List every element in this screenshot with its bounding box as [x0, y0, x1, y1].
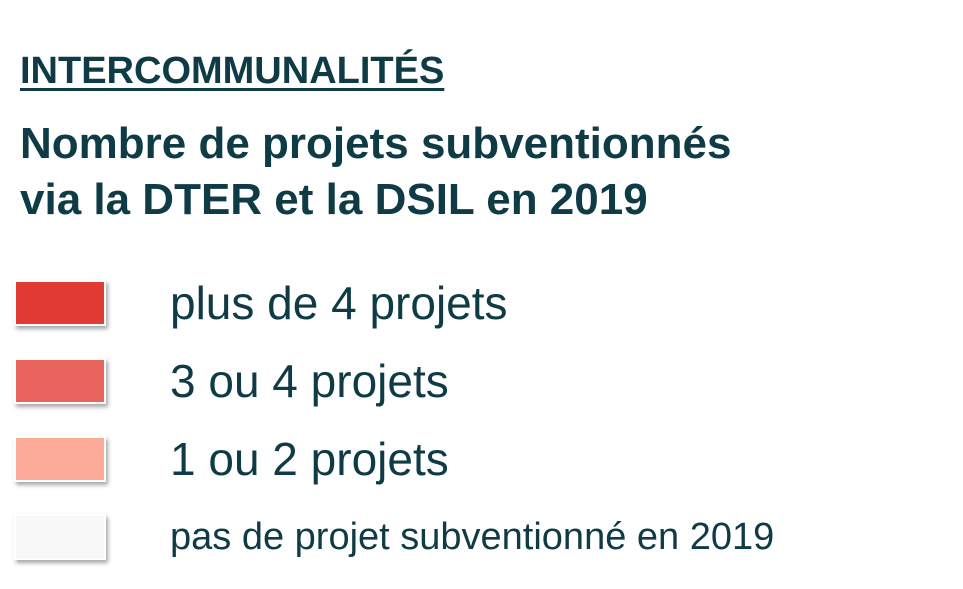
legend-item-label: plus de 4 projets [170, 277, 508, 329]
legend-item-label: 1 ou 2 projets [170, 433, 449, 485]
legend-item-3-or-4: 3 ou 4 projets [14, 342, 449, 420]
legend-swatch [14, 436, 106, 482]
legend-title-line-2: via la DTER et la DSIL en 2019 [20, 175, 648, 224]
legend-items: plus de 4 projets 3 ou 4 projets 1 ou 2 … [14, 264, 774, 576]
legend-header: INTERCOMMUNALITÉS [20, 44, 444, 98]
legend-item-label: 3 ou 4 projets [170, 355, 449, 407]
legend-swatch [14, 358, 106, 404]
legend-item-1-or-2: 1 ou 2 projets [14, 420, 449, 498]
legend-item-more-than-4: plus de 4 projets [14, 264, 508, 342]
legend-item-label: pas de projet subventionné en 2019 [170, 516, 775, 558]
legend-category: INTERCOMMUNALITÉS [20, 50, 445, 92]
legend-swatch [14, 280, 106, 326]
legend-swatch [14, 514, 106, 560]
legend-item-none: pas de projet subventionné en 2019 [14, 498, 774, 576]
legend-title: Nombre de projets subventionnés via la D… [20, 116, 731, 228]
legend-title-line-1: Nombre de projets subventionnés [20, 119, 732, 168]
